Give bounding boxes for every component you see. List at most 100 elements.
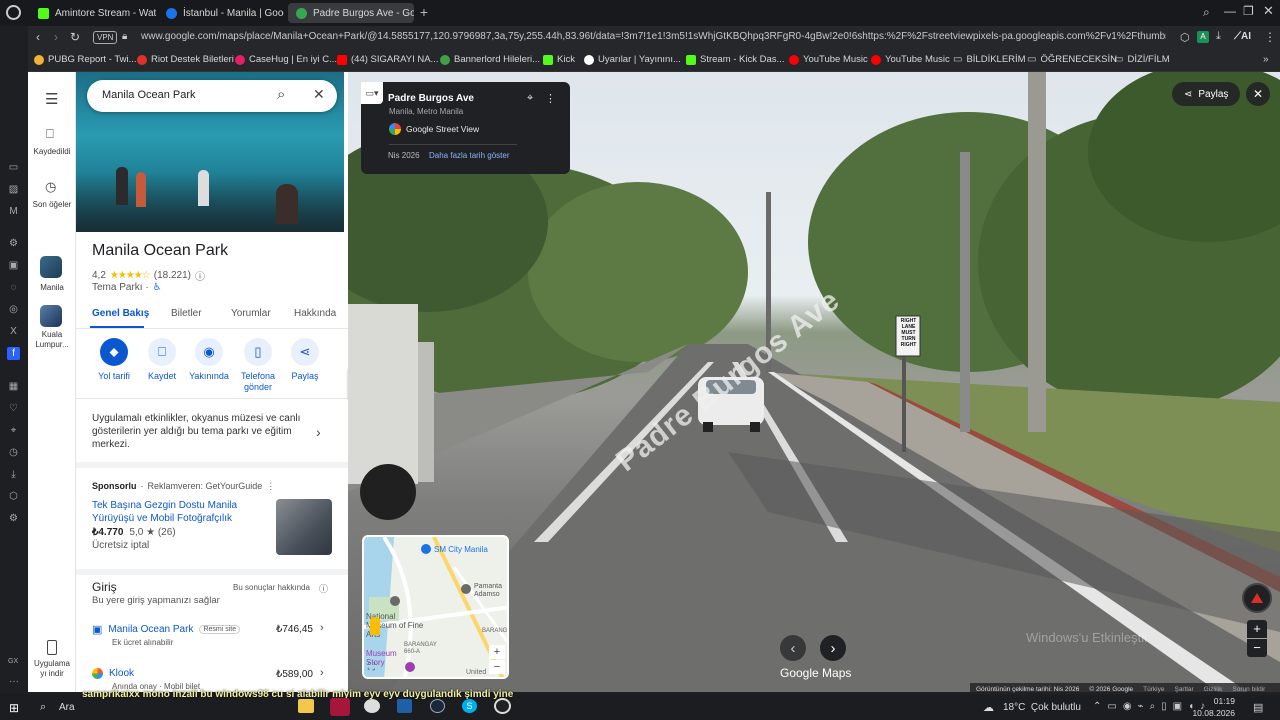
footer-report[interactable]: Sorun bildir <box>1232 686 1265 693</box>
zoom-out-button[interactable]: − <box>489 660 505 674</box>
bookmark-folder[interactable]: ▭ ÖĞRENECEKSİN <box>1027 54 1117 65</box>
search-icon[interactable]: ⌕ <box>277 86 285 103</box>
mail-icon[interactable]: M <box>7 205 20 218</box>
skype-icon[interactable]: S <box>462 699 477 713</box>
download-app-label[interactable]: Uygulama yı indir <box>30 659 74 679</box>
extensions-icon[interactable]: ⬡ <box>7 490 20 503</box>
save-button[interactable]: ⎕ Kaydet <box>137 338 187 382</box>
instagram-icon[interactable]: ◎ <box>7 303 20 316</box>
twitch-icon[interactable]: ▣ <box>7 259 20 272</box>
share-button[interactable]: ⋖ Paylaş <box>1172 82 1241 106</box>
place-category[interactable]: Tema Parkı · <box>92 282 149 293</box>
more-dates-link[interactable]: Daha fazla tarih göster <box>429 151 510 160</box>
opera-gx-icon[interactable] <box>330 698 350 716</box>
opera-menu-icon[interactable] <box>6 5 21 20</box>
windows-start-icon[interactable]: ⊞ <box>9 701 19 715</box>
offer-row[interactable]: Klook <box>92 668 134 679</box>
next-arrow-button[interactable]: › <box>820 635 846 661</box>
clock-date[interactable]: 10.08.2026 <box>1190 708 1235 718</box>
pin-icon[interactable]: ⌖ <box>7 424 20 437</box>
vpn-badge[interactable]: VPN <box>93 31 118 44</box>
send-to-phone-button[interactable]: ▯ Telefona gönder <box>233 338 283 393</box>
chevron-right-icon[interactable]: › <box>320 667 324 679</box>
ad-title[interactable]: Tek Başına Gezgin Dostu Manila Yürüyüşü … <box>92 499 252 525</box>
app-icon[interactable]: f <box>7 347 20 360</box>
ad-thumbnail[interactable] <box>276 499 332 555</box>
tab-about[interactable]: Hakkında <box>294 308 336 319</box>
notifications-icon[interactable]: ▤ <box>1253 701 1263 714</box>
footer-region[interactable]: Türkiye <box>1143 686 1164 693</box>
close-street-view-button[interactable]: ✕ <box>1246 82 1270 106</box>
apps-icon[interactable]: ▦ <box>7 380 20 393</box>
offer-row[interactable]: ▣ Manila Ocean Park Resmi site <box>92 623 241 636</box>
tab-reviews[interactable]: Yorumlar <box>231 308 271 319</box>
kuala-thumb[interactable] <box>40 305 62 327</box>
clock-time[interactable]: 01:19 <box>1205 696 1235 706</box>
phone-icon[interactable] <box>47 640 57 655</box>
zoom-out-button[interactable]: − <box>1247 639 1267 657</box>
more-bookmarks-icon[interactable]: » <box>1263 54 1269 65</box>
download-icon[interactable]: ⤓ <box>7 468 20 481</box>
info-icon[interactable]: ⓘ <box>195 268 205 283</box>
mini-map[interactable]: SM City Manila National Museum of Fine A… <box>362 535 509 679</box>
bookmark-folder[interactable]: ▭ BİLDİKLERİM <box>953 54 1026 65</box>
extension-a-icon[interactable]: A <box>1197 31 1209 43</box>
compass-icon[interactable] <box>1242 583 1272 613</box>
search-tabs-icon[interactable]: ⌕ <box>1203 5 1210 20</box>
tab-tickets[interactable]: Biletler <box>171 308 202 319</box>
footer-terms[interactable]: Şartlar <box>1174 686 1193 693</box>
keyboard-icon[interactable]: ▭▾ <box>361 82 383 104</box>
settings-icon[interactable]: ⚙ <box>7 237 20 250</box>
whatsapp-icon[interactable]: ▨ <box>7 183 20 196</box>
street-view-link[interactable]: Google Street View <box>389 123 479 135</box>
chat-icon[interactable]: ◌ <box>7 281 20 294</box>
bookmark-item[interactable]: YouTube Music <box>789 54 868 65</box>
url-field[interactable]: www.google.com/maps/place/Manila+Ocean+P… <box>141 31 1166 42</box>
browser-menu-icon[interactable]: ⋮ <box>1264 30 1276 44</box>
tab-istanbul-manila[interactable]: İstanbul - Manila | Google <box>158 3 284 23</box>
forward-button[interactable]: › <box>54 30 58 44</box>
minimize-button[interactable]: — <box>1224 4 1236 18</box>
kuala-label[interactable]: Kuala Lumpur... <box>30 330 74 350</box>
expand-map-icon[interactable]: ⛶ <box>368 662 375 673</box>
review-count[interactable]: (18.221) <box>154 270 191 281</box>
app-icon[interactable] <box>364 699 380 713</box>
history-icon[interactable]: ◷ <box>45 179 56 195</box>
bookmark-item[interactable]: YouTube Music <box>871 54 950 65</box>
search-icon[interactable]: ⌕ <box>40 701 46 714</box>
lock-icon[interactable]: 🔒︎ <box>122 31 127 42</box>
share-button[interactable]: ⋖ Paylaş <box>280 338 330 382</box>
tab-padre-burgos[interactable]: Padre Burgos Ave - Googl <box>288 3 414 23</box>
ai-button[interactable]: ⟋AI <box>1234 31 1251 42</box>
gx-icon[interactable]: GX <box>8 658 18 665</box>
bookmark-folder[interactable]: ▭ DİZİ/FİLM <box>1114 54 1170 65</box>
results-info-link[interactable]: Bu sonuçlar hakkında <box>233 583 310 592</box>
place-description[interactable]: Uygulamalı etkinlikler, okyanus müzesi v… <box>92 412 307 451</box>
tab-overview[interactable]: Genel Bakış <box>92 308 149 319</box>
steam-icon[interactable] <box>430 699 445 713</box>
search-box[interactable]: Manila Ocean Park ⌕ ✕ <box>87 80 337 112</box>
file-explorer-icon[interactable] <box>298 699 314 713</box>
menu-icon[interactable]: ☰ <box>45 90 58 108</box>
weather-text[interactable]: 18°C Çok bulutlu <box>1003 702 1081 713</box>
heart-icon[interactable]: ♡ <box>7 402 20 415</box>
bookmark-item[interactable]: PUBG Report - Twi... <box>34 54 137 65</box>
bookmark-item[interactable]: CaseHug | En iyi C... <box>235 54 337 65</box>
close-window-button[interactable]: ✕ <box>1263 3 1274 19</box>
zoom-in-button[interactable]: + <box>1247 620 1267 638</box>
chevron-right-icon[interactable]: › <box>320 622 324 634</box>
chevron-right-icon[interactable]: › <box>316 424 321 440</box>
manila-label[interactable]: Manila <box>28 283 76 292</box>
more-options-icon[interactable]: ⋮ <box>266 481 275 492</box>
map-label[interactable]: Pamanta Adamso <box>474 583 507 599</box>
new-tab-button[interactable]: + <box>417 5 431 19</box>
info-icon[interactable]: ⓘ <box>319 582 328 595</box>
x-icon[interactable]: X <box>7 325 20 338</box>
previous-arrow-button[interactable]: ‹ <box>780 635 806 661</box>
bookmark-item[interactable]: Uyarılar | Yayınını... <box>584 54 681 65</box>
saved-icon[interactable]: ⎕ <box>46 126 54 142</box>
download-icon[interactable]: ⤓ <box>1216 30 1221 43</box>
obs-icon[interactable] <box>494 698 511 714</box>
more-icon[interactable]: ··· <box>9 676 19 687</box>
extensions-icon[interactable]: ⬡ <box>1180 31 1190 44</box>
